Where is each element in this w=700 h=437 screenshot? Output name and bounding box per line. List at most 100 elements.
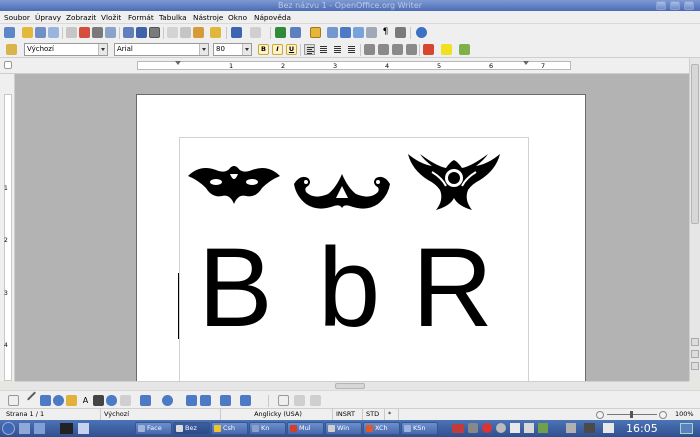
edit-file-icon[interactable] <box>66 27 77 38</box>
gallery-icon[interactable] <box>353 27 364 38</box>
cut-disabled-icon[interactable] <box>167 27 178 38</box>
zoom-slider-thumb[interactable] <box>630 411 633 418</box>
from-file-icon[interactable] <box>294 395 305 406</box>
ellipse-icon[interactable] <box>53 395 64 406</box>
menu-tabulka[interactable]: Tabulka <box>159 12 187 23</box>
indent-marker-icon[interactable] <box>175 61 181 65</box>
email-icon[interactable] <box>48 27 59 38</box>
volume-icon[interactable] <box>510 423 520 433</box>
menu-nastroje[interactable]: Nástroje <box>193 12 223 23</box>
horizontal-scroll-thumb[interactable] <box>335 383 365 389</box>
horizontal-scrollbar[interactable] <box>15 381 689 390</box>
zoom-icon[interactable] <box>395 27 406 38</box>
new-document-icon[interactable] <box>4 27 15 38</box>
basic-shapes-icon[interactable] <box>120 395 131 406</box>
line-icon[interactable] <box>26 391 37 401</box>
bold-button[interactable]: B <box>258 44 269 55</box>
menu-zobrazit[interactable]: Zobrazit <box>66 12 96 23</box>
system-icon[interactable] <box>34 423 45 434</box>
vertical-ruler[interactable]: 1 2 3 4 <box>0 74 15 381</box>
increase-indent-icon[interactable] <box>406 44 417 55</box>
bullets-icon[interactable] <box>378 44 389 55</box>
clipboard-icon[interactable] <box>468 423 478 433</box>
callout-icon[interactable] <box>106 395 117 406</box>
keyboard-layout-icon[interactable] <box>452 424 464 433</box>
kde-menu-icon[interactable] <box>2 422 15 435</box>
freeform-icon[interactable] <box>66 395 77 406</box>
symbol-shapes-icon[interactable] <box>140 395 151 406</box>
styles-formatting-icon[interactable] <box>6 44 17 55</box>
vertical-scroll-thumb[interactable] <box>691 64 699 224</box>
flowchart-icon[interactable] <box>186 395 197 406</box>
format-paintbrush-icon[interactable] <box>210 27 221 38</box>
chevron-down-icon[interactable] <box>98 44 107 55</box>
task-item-active[interactable]: Bez <box>173 422 210 435</box>
usb-icon[interactable] <box>524 423 534 433</box>
task-item[interactable]: Face <box>135 422 172 435</box>
right-indent-marker-icon[interactable] <box>523 61 529 65</box>
menu-napoveda[interactable]: Nápověda <box>254 12 291 23</box>
tab-type-icon[interactable] <box>4 61 12 69</box>
print-icon[interactable] <box>92 27 103 38</box>
task-item[interactable]: KSn <box>401 422 438 435</box>
document-workspace[interactable]: B b R <box>15 74 689 381</box>
menu-okno[interactable]: Okno <box>228 12 247 23</box>
extrusion-icon[interactable] <box>310 395 321 406</box>
menu-soubor[interactable]: Soubor <box>4 12 30 23</box>
autospellcheck-icon[interactable] <box>136 27 147 38</box>
display-icon[interactable] <box>584 423 595 433</box>
help-icon[interactable] <box>416 27 427 38</box>
paragraph-style-combo[interactable]: Výchozí <box>24 43 108 56</box>
page-preview-icon[interactable] <box>105 27 116 38</box>
copy-icon[interactable] <box>180 27 191 38</box>
font-name-combo[interactable]: Arial <box>114 43 209 56</box>
minimize-button[interactable] <box>656 1 666 10</box>
task-item[interactable]: Csh <box>211 422 248 435</box>
save-icon[interactable] <box>35 27 46 38</box>
text-icon[interactable]: A <box>80 395 91 406</box>
align-left-button[interactable] <box>304 44 315 55</box>
italic-button[interactable]: I <box>272 44 283 55</box>
data-sources-icon[interactable] <box>366 27 377 38</box>
chevron-down-icon[interactable] <box>199 44 208 55</box>
find-replace-icon[interactable] <box>327 27 338 38</box>
paste-icon[interactable] <box>193 27 204 38</box>
vertical-scrollbar[interactable] <box>689 58 700 381</box>
numbering-icon[interactable] <box>364 44 375 55</box>
export-pdf-icon[interactable] <box>79 27 90 38</box>
menu-vlozit[interactable]: Vložit <box>101 12 121 23</box>
select-arrow-icon[interactable] <box>8 395 19 406</box>
align-center-button[interactable] <box>318 44 329 55</box>
chevron-down-icon[interactable] <box>242 44 251 55</box>
show-draw-functions-icon[interactable] <box>310 27 321 38</box>
show-desktop-icon[interactable] <box>680 423 693 434</box>
align-right-button[interactable] <box>332 44 343 55</box>
klipper-icon[interactable] <box>603 423 614 433</box>
network-icon[interactable] <box>496 423 506 433</box>
font-color-icon[interactable] <box>423 44 434 55</box>
task-item[interactable]: Kn <box>249 422 286 435</box>
vertical-text-icon[interactable] <box>93 395 104 406</box>
font-size-combo[interactable]: 80 <box>213 43 252 56</box>
battery-icon[interactable] <box>538 423 548 433</box>
home-icon[interactable] <box>19 423 30 434</box>
spellcheck-icon[interactable] <box>123 27 134 38</box>
taskbar-clock[interactable]: 16:05 <box>626 421 658 436</box>
maximize-button[interactable] <box>670 1 680 10</box>
zoom-out-icon[interactable] <box>596 411 604 419</box>
nonprinting-characters-icon[interactable]: ¶ <box>380 27 391 38</box>
block-arrows-icon[interactable] <box>162 395 173 406</box>
task-item[interactable]: Mul <box>287 422 324 435</box>
navigation-icon[interactable] <box>691 350 699 358</box>
horizontal-ruler[interactable]: 1 2 3 4 5 6 7 <box>0 58 700 74</box>
scroll-down-icon[interactable] <box>691 362 699 370</box>
rectangle-icon[interactable] <box>40 395 51 406</box>
menu-upravy[interactable]: Úpravy <box>35 12 61 23</box>
star-icon[interactable] <box>240 395 251 406</box>
document-page[interactable]: B b R <box>136 94 586 381</box>
callouts-icon[interactable] <box>200 395 211 406</box>
redo-icon[interactable] <box>250 27 261 38</box>
hyperlink-icon[interactable] <box>275 27 286 38</box>
close-button[interactable] <box>684 1 694 10</box>
fontwork-icon[interactable] <box>278 395 289 406</box>
